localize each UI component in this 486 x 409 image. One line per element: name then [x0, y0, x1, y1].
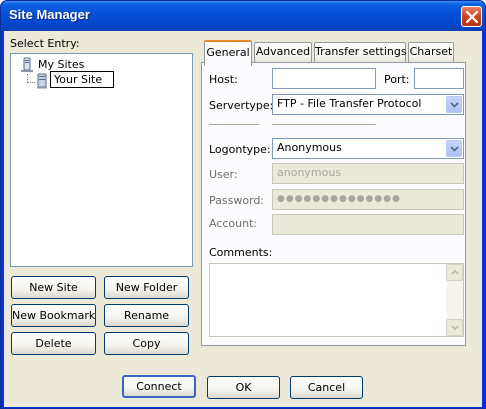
separator	[272, 124, 376, 126]
title-bar[interactable]: Site Manager	[1, 1, 485, 31]
port-input[interactable]	[414, 68, 464, 89]
copy-button[interactable]: Copy	[104, 332, 189, 355]
rename-button[interactable]: Rename	[104, 304, 189, 327]
servertype-label: Servertype:	[209, 99, 274, 112]
tab-general[interactable]: General	[204, 40, 252, 66]
select-entry-label: Select Entry:	[10, 37, 80, 50]
close-icon	[466, 11, 478, 23]
tab-advanced[interactable]: Advanced	[254, 42, 312, 62]
tab-charset[interactable]: Charset	[408, 42, 454, 62]
dialog-client-area: Select Entry: My Sites Your Site New Sit…	[4, 31, 482, 407]
tree-connector	[27, 74, 28, 82]
servertype-value: FTP - File Transfer Protocol	[277, 97, 422, 110]
comments-label: Comments:	[209, 246, 273, 259]
site-manager-window: Site Manager Select Entry: My Sites Your…	[0, 0, 486, 409]
new-bookmark-button[interactable]: New Bookmark	[11, 304, 96, 327]
account-label: Account:	[209, 217, 258, 230]
scroll-down-button[interactable]	[446, 319, 463, 336]
cancel-button[interactable]: Cancel	[290, 376, 363, 399]
host-input[interactable]	[272, 68, 376, 89]
new-site-button[interactable]: New Site	[11, 276, 96, 299]
logontype-select[interactable]: Anonymous	[272, 138, 464, 159]
servertype-select[interactable]: FTP - File Transfer Protocol	[272, 94, 464, 115]
tab-transfer-settings[interactable]: Transfer settings	[314, 42, 407, 62]
logontype-label: Logontype:	[209, 143, 271, 156]
comments-scrollbar[interactable]	[446, 264, 463, 336]
computer-icon	[21, 57, 33, 72]
delete-button[interactable]: Delete	[11, 332, 96, 355]
chevron-down-icon	[450, 146, 459, 152]
tree-connector	[27, 82, 35, 83]
tree-root-label: My Sites	[38, 58, 85, 71]
servertype-dropdown-button[interactable]	[446, 96, 462, 113]
server-icon	[37, 73, 47, 89]
site-tree[interactable]: My Sites Your Site	[10, 53, 193, 267]
logontype-value: Anonymous	[277, 141, 342, 154]
password-label: Password:	[209, 194, 265, 207]
host-label: Host:	[209, 73, 238, 86]
site-name-edit-field[interactable]: Your Site	[50, 71, 114, 88]
new-folder-button[interactable]: New Folder	[104, 276, 189, 299]
comments-textarea[interactable]	[209, 263, 464, 337]
chevron-down-icon	[450, 102, 459, 108]
user-input[interactable]: anonymous	[272, 163, 464, 184]
window-title: Site Manager	[9, 7, 90, 22]
password-input[interactable]: ●●●●●●●●●●●●●●	[272, 189, 464, 210]
chevron-down-icon	[451, 325, 459, 330]
close-button[interactable]	[461, 6, 482, 27]
scroll-up-button[interactable]	[446, 264, 463, 281]
account-input[interactable]	[272, 214, 464, 235]
connect-button[interactable]: Connect	[122, 375, 196, 398]
separator	[209, 124, 259, 126]
logontype-dropdown-button[interactable]	[446, 140, 462, 157]
user-label: User:	[209, 168, 238, 181]
chevron-up-icon	[451, 270, 459, 275]
ok-button[interactable]: OK	[207, 376, 280, 399]
port-label: Port:	[384, 73, 410, 86]
